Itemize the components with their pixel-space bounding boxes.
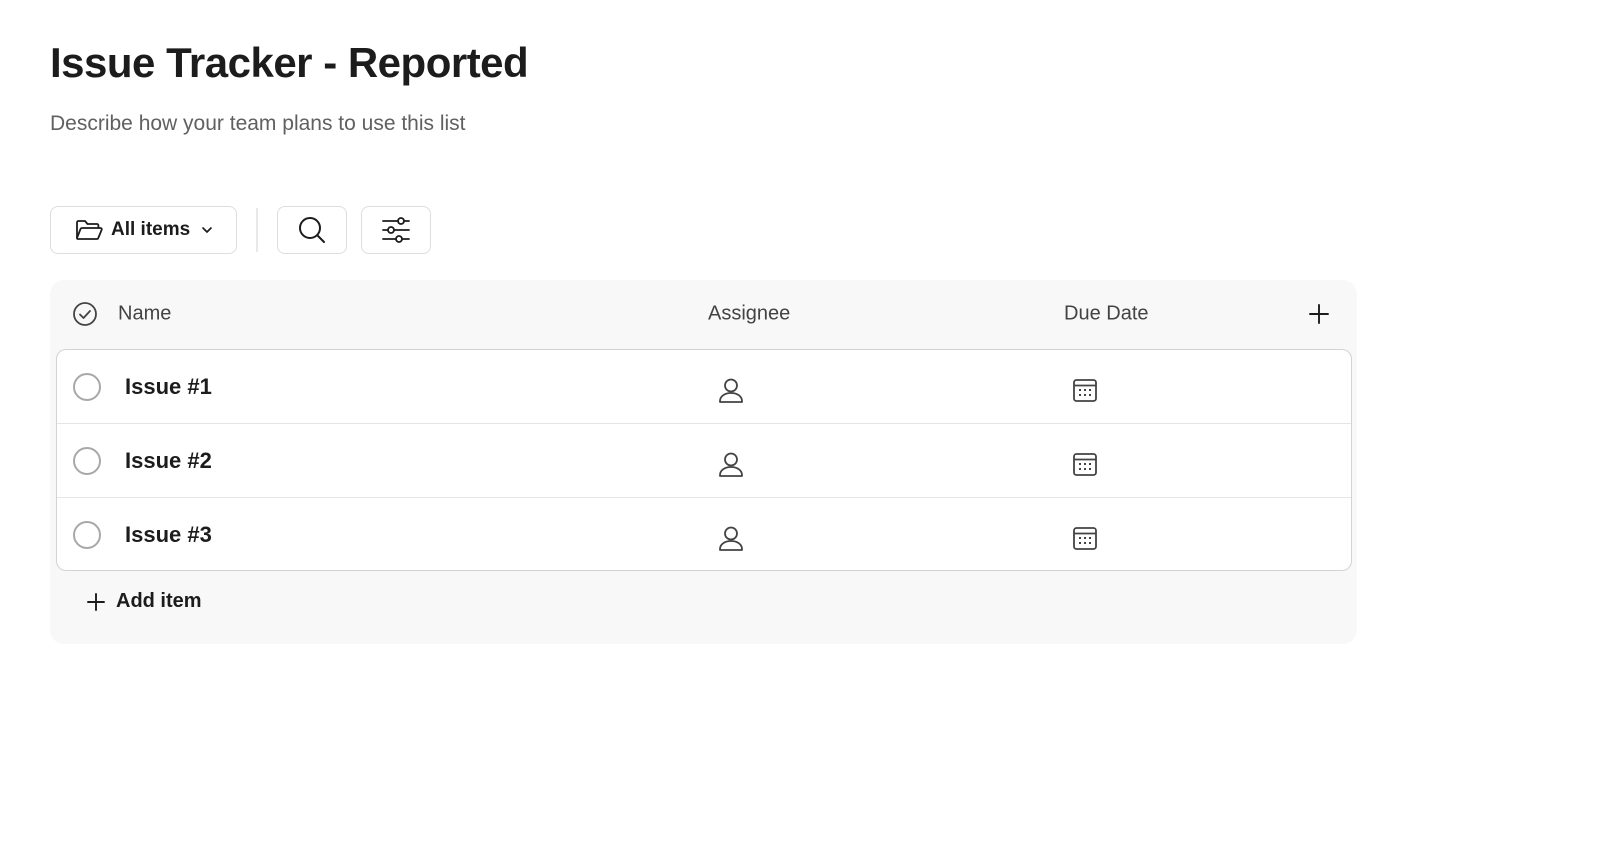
add-item-label: Add item	[116, 590, 202, 612]
filter-button[interactable]	[361, 206, 432, 254]
item-name[interactable]: Issue #1	[125, 374, 212, 400]
user-icon[interactable]	[717, 524, 745, 552]
add-item-button[interactable]: Add item	[86, 590, 202, 613]
list-item[interactable]: Issue #1	[57, 350, 1351, 424]
chevron-down-icon	[200, 223, 214, 237]
toolbar: All items	[50, 206, 432, 254]
user-icon[interactable]	[717, 376, 745, 404]
sliders-icon	[381, 216, 411, 244]
row-checkbox[interactable]	[73, 372, 101, 401]
calendar-icon[interactable]	[1071, 376, 1099, 404]
column-header-assignee[interactable]: Assignee	[708, 303, 790, 326]
view-selector-label: All items	[111, 219, 191, 240]
row-checkbox[interactable]	[73, 446, 101, 475]
list-table: Name Assignee Due Date Issue #1 Issue #2…	[50, 280, 1357, 644]
calendar-icon[interactable]	[1071, 450, 1099, 478]
search-button[interactable]	[277, 206, 348, 254]
calendar-icon[interactable]	[1071, 524, 1099, 552]
row-checkbox[interactable]	[73, 521, 101, 549]
list-header: Name Assignee Due Date	[50, 280, 1357, 348]
add-column-button[interactable]	[1308, 303, 1330, 325]
check-circle-icon	[72, 301, 98, 327]
user-icon[interactable]	[717, 450, 745, 478]
list-page: Issue Tracker - Reported Describe how yo…	[0, 0, 1600, 866]
list-item[interactable]: Issue #2	[57, 424, 1351, 498]
toolbar-divider	[256, 208, 259, 252]
page-title: Issue Tracker - Reported	[50, 39, 529, 86]
item-name[interactable]: Issue #3	[125, 522, 212, 548]
page-description[interactable]: Describe how your team plans to use this…	[50, 110, 1600, 138]
plus-icon	[86, 592, 106, 612]
item-name[interactable]: Issue #2	[125, 448, 212, 474]
list-item[interactable]: Issue #3	[57, 498, 1351, 570]
view-selector-button[interactable]: All items	[50, 206, 238, 254]
search-icon	[297, 215, 327, 245]
column-header-name[interactable]: Name	[118, 303, 171, 326]
folder-icon	[75, 218, 103, 242]
column-header-due-date[interactable]: Due Date	[1064, 303, 1149, 326]
list-rows: Issue #1 Issue #2 Issue #3	[56, 349, 1352, 571]
